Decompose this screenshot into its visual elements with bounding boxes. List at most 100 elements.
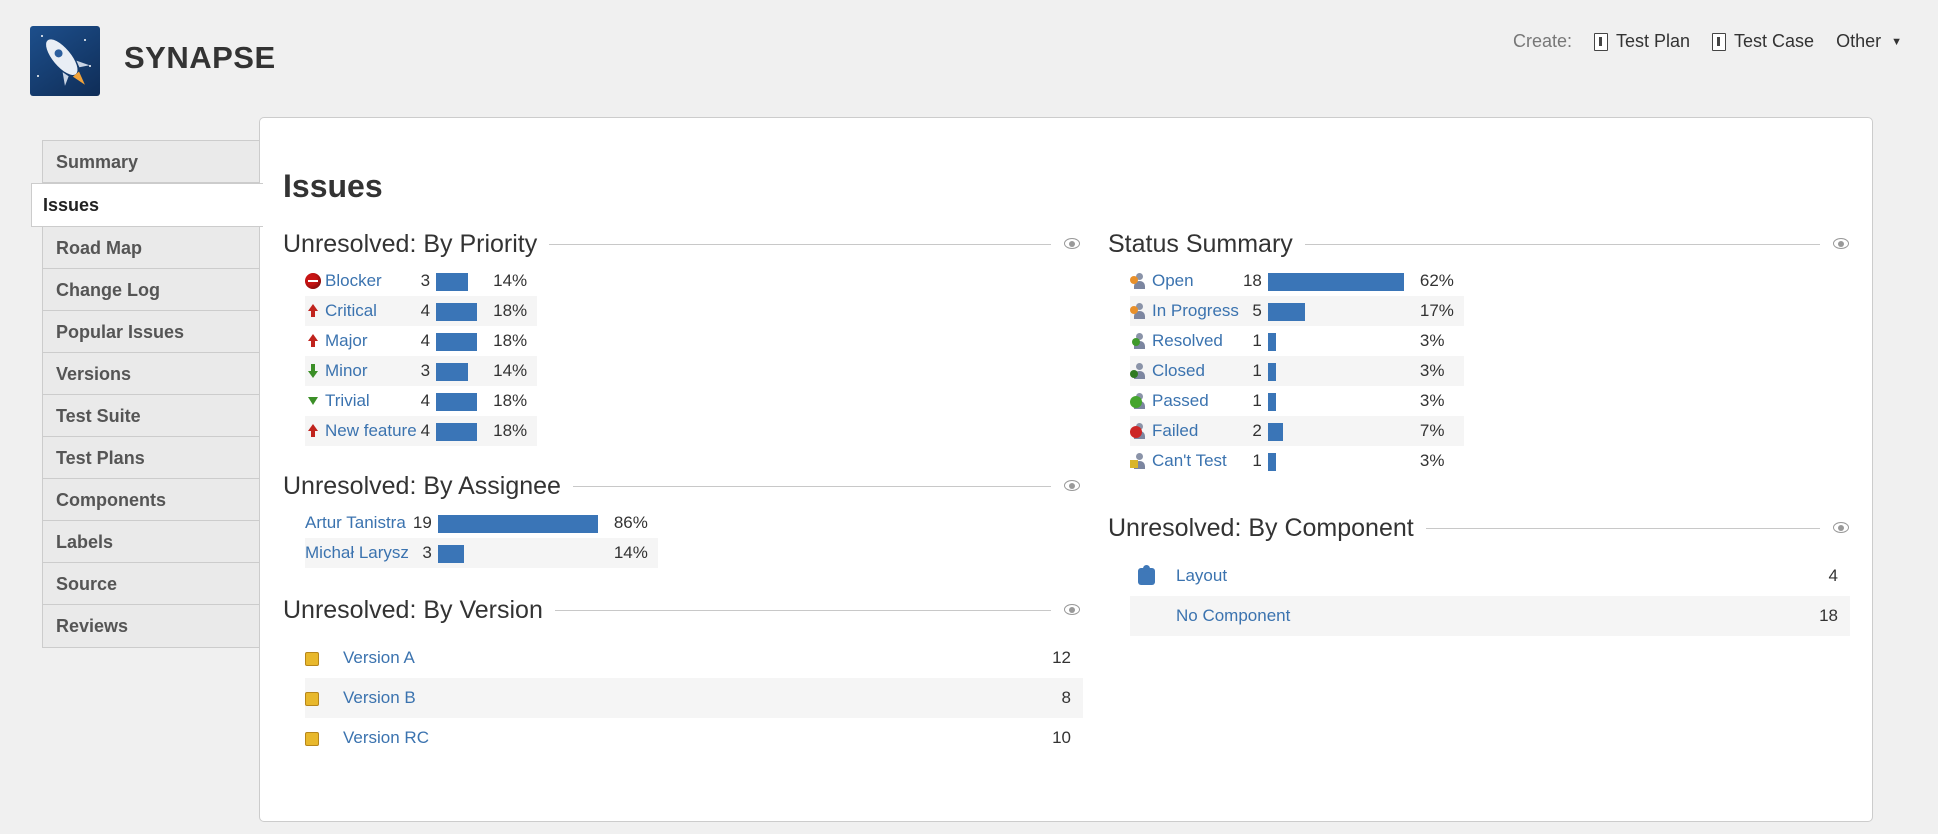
priority-bar	[436, 362, 469, 381]
create-other-dropdown[interactable]: Other ▼	[1836, 31, 1902, 52]
status-link[interactable]: Resolved	[1152, 331, 1223, 351]
sidebar-item-issues[interactable]: Issues	[31, 183, 263, 227]
chevron-down-icon: ▼	[1891, 35, 1902, 48]
sidebar-item-versions[interactable]: Versions	[43, 353, 261, 395]
priority-count: 4	[420, 391, 431, 410]
document-icon	[1593, 32, 1608, 51]
major-icon	[305, 333, 321, 349]
version-icon	[305, 691, 319, 706]
assignee-count: 19	[412, 513, 432, 532]
status-link[interactable]: In Progress	[1152, 301, 1239, 321]
priority-bar	[436, 392, 478, 411]
eye-icon[interactable]	[1832, 522, 1852, 534]
table-row: Michał Larysz 3 14%	[305, 538, 658, 568]
assignee-link[interactable]: Michał Larysz	[305, 543, 409, 562]
create-test-case-label: Test Case	[1734, 31, 1815, 51]
table-row: No Component 18	[1130, 596, 1850, 636]
version-count: 12	[1052, 648, 1071, 667]
by-assignee-table: Artur Tanistra 19 86% Michał Larysz 3 14…	[305, 508, 658, 568]
sidebar-item-reviews[interactable]: Reviews	[43, 605, 261, 647]
table-row: Version B 8	[305, 678, 1083, 718]
component-link[interactable]: Layout	[1176, 566, 1227, 585]
sidebar-item-popular-issues[interactable]: Popular Issues	[43, 311, 261, 353]
status-link[interactable]: Closed	[1152, 361, 1205, 381]
version-link[interactable]: Version B	[343, 688, 416, 707]
by-version-table: Version A 12 Version B 8 Version RC 10	[305, 638, 1083, 758]
minor-icon	[305, 363, 321, 379]
version-link[interactable]: Version A	[343, 648, 415, 667]
sidebar-item-summary[interactable]: Summary	[43, 141, 261, 183]
sidebar-item-labels[interactable]: Labels	[43, 521, 261, 563]
sidebar-item-test-suite[interactable]: Test Suite	[43, 395, 261, 437]
sidebar-item-road-map[interactable]: Road Map	[43, 227, 261, 269]
create-test-plan-button[interactable]: Test Plan	[1593, 31, 1691, 52]
table-row: Blocker 3 14%	[305, 266, 537, 296]
eye-icon[interactable]	[1063, 604, 1083, 616]
version-count: 10	[1052, 728, 1071, 747]
status-count: 1	[1252, 391, 1262, 410]
priority-percent: 18%	[493, 391, 528, 410]
priority-bar	[436, 272, 469, 291]
assignee-link[interactable]: Artur Tanistra	[305, 513, 406, 532]
priority-link[interactable]: Blocker	[325, 271, 382, 291]
status-count: 2	[1252, 421, 1262, 440]
app-logo[interactable]	[30, 26, 100, 96]
eye-icon[interactable]	[1063, 480, 1083, 492]
priority-link[interactable]: New feature	[325, 421, 417, 441]
status-bar	[1267, 452, 1276, 471]
priority-percent: 18%	[493, 421, 528, 440]
status-count: 1	[1252, 331, 1262, 350]
assignee-percent: 86%	[613, 513, 648, 532]
status-count: 1	[1252, 361, 1262, 380]
component-link[interactable]: No Component	[1176, 606, 1290, 625]
eye-icon[interactable]	[1832, 238, 1852, 250]
table-row: Resolved 1 3%	[1130, 326, 1464, 356]
status-bar	[1267, 302, 1305, 321]
status-link[interactable]: Passed	[1152, 391, 1209, 411]
create-test-plan-label: Test Plan	[1615, 31, 1691, 51]
version-link[interactable]: Version RC	[343, 728, 429, 747]
status-link[interactable]: Failed	[1152, 421, 1198, 441]
by-assignee-title: Unresolved: By Assignee	[283, 471, 561, 500]
priority-link[interactable]: Minor	[325, 361, 368, 381]
open-icon	[1130, 272, 1148, 290]
priority-count: 4	[420, 301, 431, 320]
create-test-case-button[interactable]: Test Case	[1712, 31, 1814, 52]
priority-percent: 18%	[493, 331, 528, 350]
status-link[interactable]: Can't Test	[1152, 451, 1227, 471]
priority-bar	[436, 422, 478, 441]
critical-icon	[305, 303, 321, 319]
eye-icon[interactable]	[1063, 238, 1083, 250]
sidebar-item-change-log[interactable]: Change Log	[43, 269, 261, 311]
table-row: In Progress 5 17%	[1130, 296, 1464, 326]
version-count: 8	[1061, 688, 1071, 707]
status-percent: 3%	[1419, 391, 1445, 410]
by-version-header: Unresolved: By Version	[283, 592, 1083, 628]
component-count: 4	[1828, 566, 1838, 585]
table-row: Closed 1 3%	[1130, 356, 1464, 386]
by-assignee-header: Unresolved: By Assignee	[283, 468, 1083, 504]
table-row: Minor 3 14%	[305, 356, 538, 386]
cant-test-icon	[1130, 452, 1148, 470]
priority-link[interactable]: Critical	[325, 301, 377, 321]
by-priority-table: Blocker 3 14% Critical 4 18% Major 4 18%	[305, 266, 538, 446]
sidebar-item-test-plans[interactable]: Test Plans	[43, 437, 261, 479]
priority-percent: 14%	[493, 271, 528, 290]
status-bar	[1267, 392, 1276, 411]
priority-link[interactable]: Major	[325, 331, 368, 351]
trivial-icon	[305, 393, 321, 409]
app-title[interactable]: SYNAPSE	[124, 40, 276, 76]
table-row: Version RC 10	[305, 718, 1083, 758]
status-link[interactable]: Open	[1152, 271, 1194, 291]
version-icon	[305, 731, 319, 746]
priority-link[interactable]: Trivial	[325, 391, 370, 411]
sidebar-item-source[interactable]: Source	[43, 563, 261, 605]
status-percent: 17%	[1419, 301, 1454, 320]
sidebar-item-components[interactable]: Components	[43, 479, 261, 521]
status-percent: 62%	[1419, 271, 1454, 290]
status-summary-table: Open 18 62% In Progress 5 17% Resolved 1…	[1130, 266, 1464, 476]
status-bar	[1267, 332, 1276, 351]
rocket-icon	[37, 35, 91, 86]
priority-percent: 18%	[493, 301, 528, 320]
divider	[549, 243, 1051, 245]
